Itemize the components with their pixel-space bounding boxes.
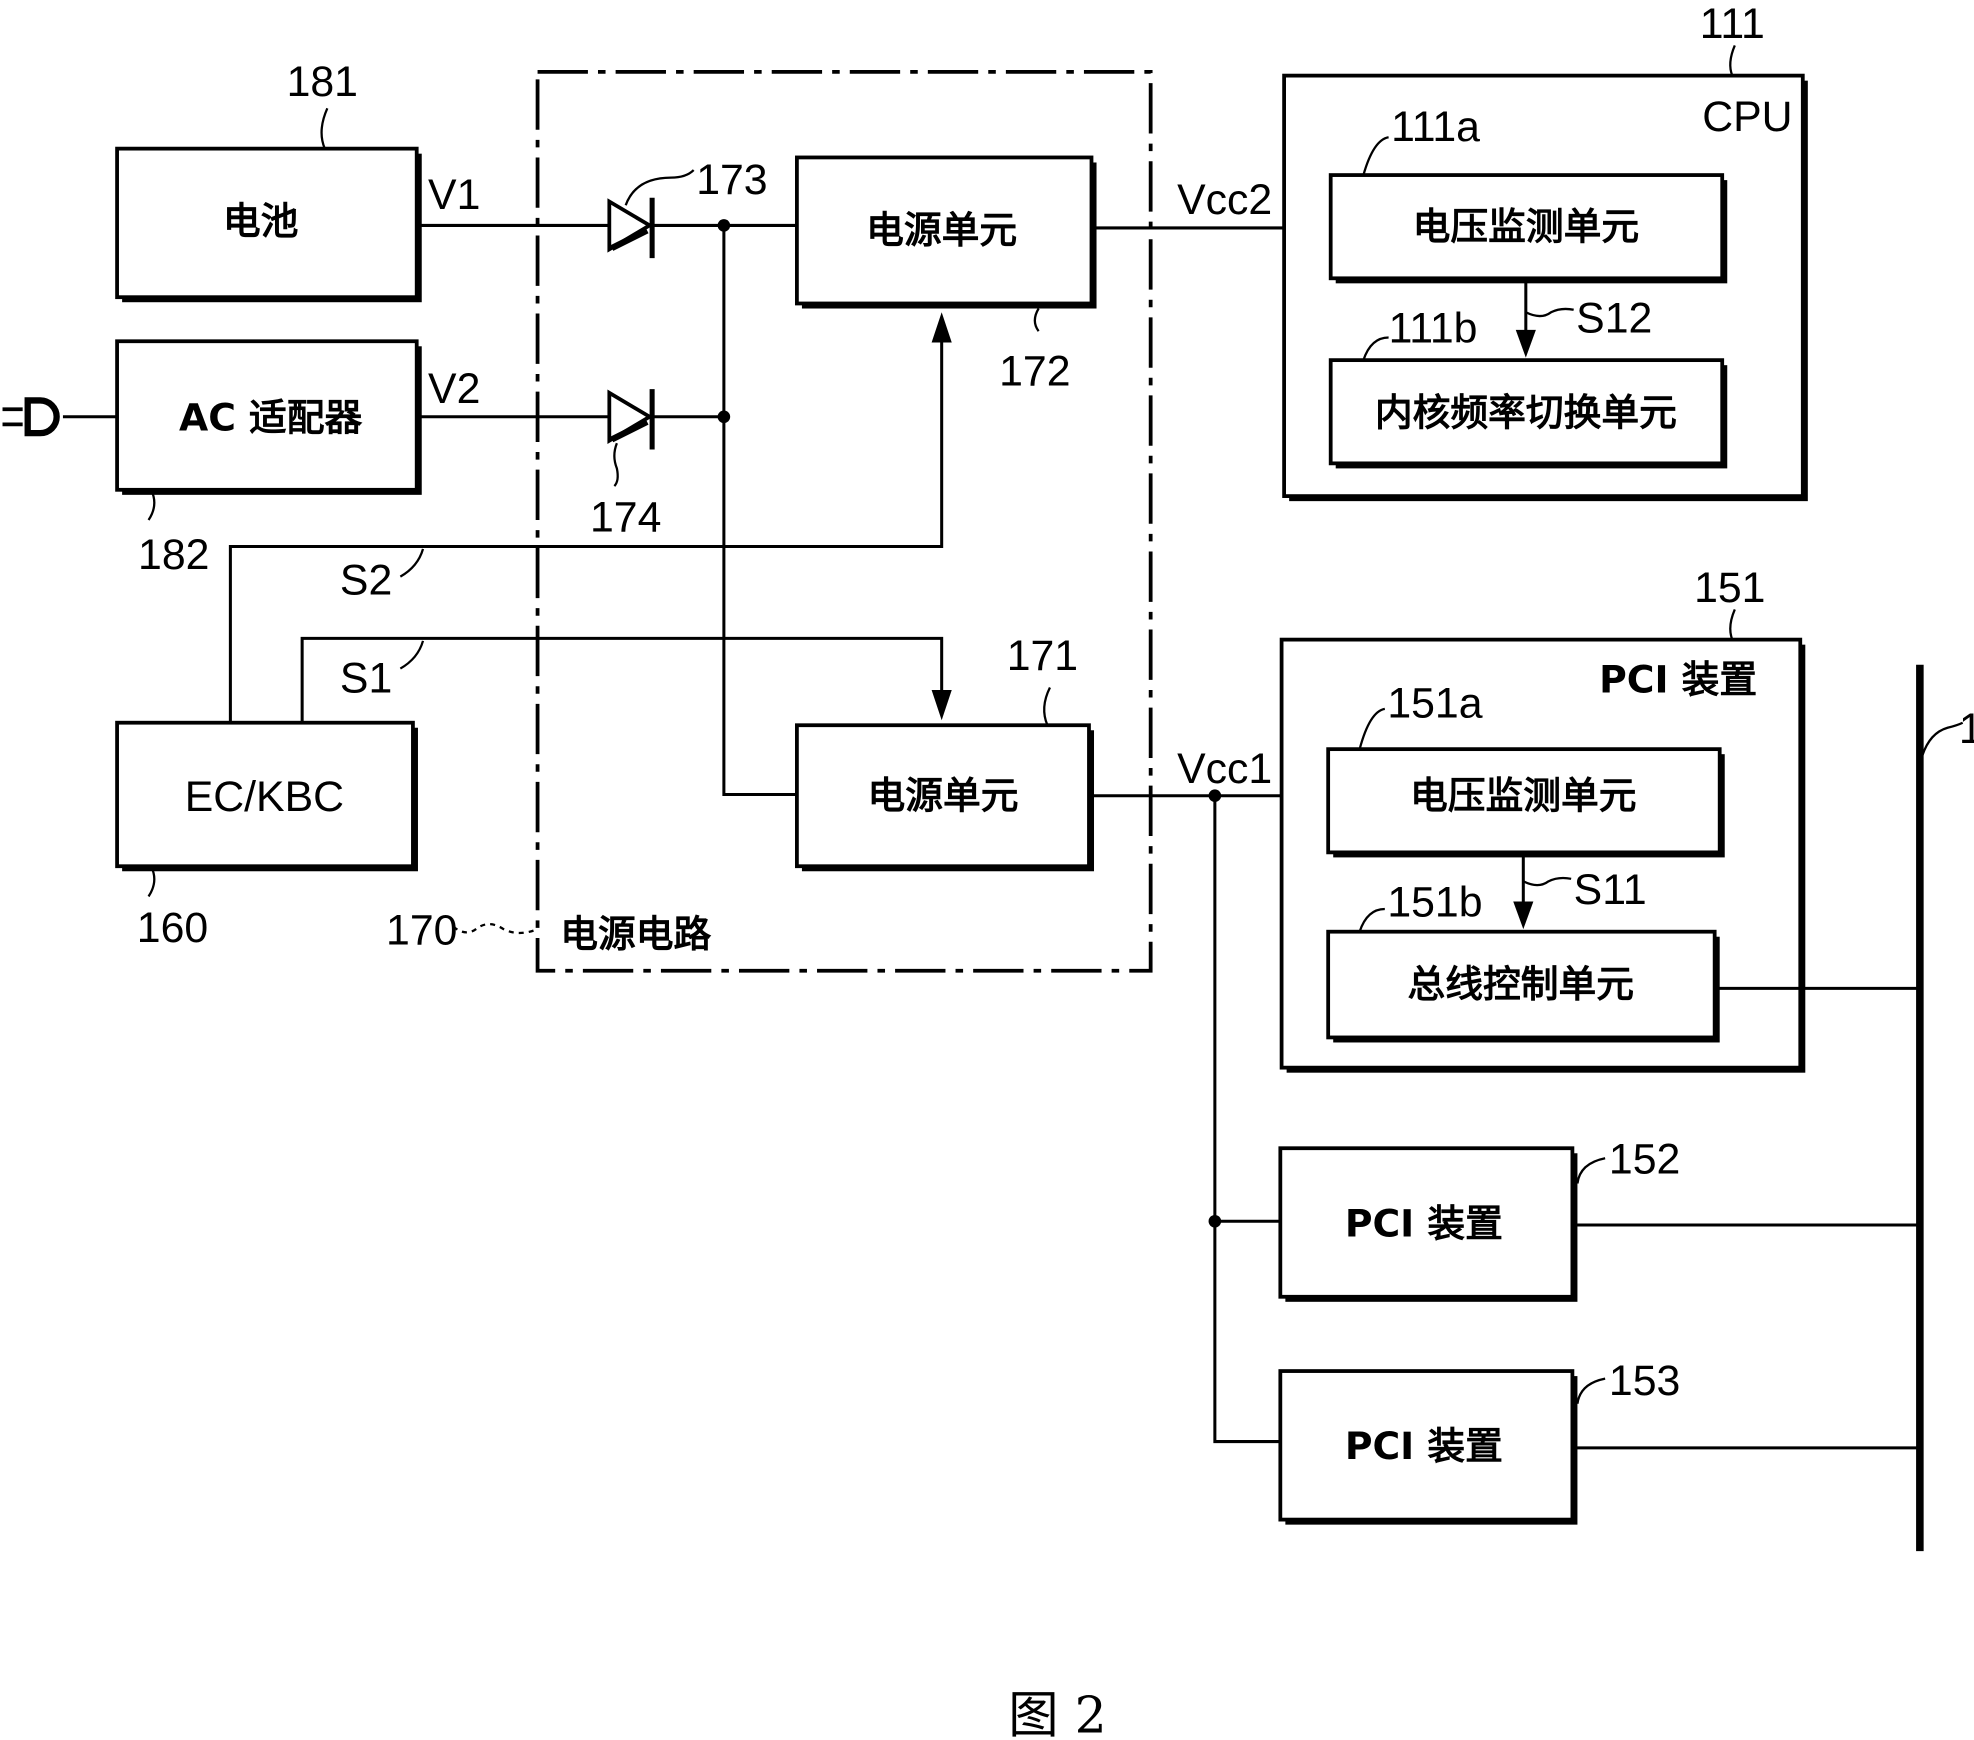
junction-dot xyxy=(1208,789,1222,803)
pci-bus-control-ref: 151b xyxy=(1387,879,1482,927)
diode-174-ref: 174 xyxy=(590,493,661,541)
power-unit-172: 电源单元 172 xyxy=(795,155,1097,395)
s1-label: S1 xyxy=(340,654,392,702)
power-unit-171-ref: 171 xyxy=(1007,632,1078,680)
power-unit-171: 电源单元 171 xyxy=(795,632,1095,872)
pci-152-ref: 152 xyxy=(1609,1135,1680,1183)
ac-adapter-block: AC 适配器 182 V2 xyxy=(2,339,480,579)
pci-device-151: PCI 装置 151 电压监测单元 151a S11 总线控制单元 151b xyxy=(1279,564,1806,1073)
ac-adapter-ref: 182 xyxy=(138,531,209,579)
s12-label: S12 xyxy=(1576,294,1652,342)
pci-152-label: PCI 装置 xyxy=(1345,1201,1503,1245)
pci-151-label: PCI 装置 xyxy=(1599,657,1757,701)
cpu-block: CPU 111 电压监测单元 111a S12 内核频率切换单元 111b xyxy=(1282,0,1808,502)
diode-173-ref: 173 xyxy=(696,156,767,204)
pci-voltage-monitor-ref: 151a xyxy=(1387,680,1482,728)
pci-bus-control-label: 总线控制单元 xyxy=(1408,962,1635,1006)
pci-bus: 1 xyxy=(1916,664,1974,1552)
s11-label: S11 xyxy=(1574,866,1647,914)
v1-label: V1 xyxy=(428,171,480,219)
junction-dot xyxy=(717,410,731,424)
ec-kbc-label: EC/KBC xyxy=(185,773,344,821)
cpu-voltage-monitor-ref: 111a xyxy=(1391,103,1480,151)
pci-153-ref: 153 xyxy=(1609,1357,1680,1405)
s2-label: S2 xyxy=(340,556,392,604)
cpu-voltage-monitor-label: 电压监测单元 xyxy=(1413,204,1640,248)
power-unit-171-label: 电源单元 xyxy=(867,773,1018,817)
battery-block: 电池 181 V1 xyxy=(115,58,480,303)
cpu-label: CPU xyxy=(1702,93,1792,141)
pci-device-153: PCI 装置 153 xyxy=(1278,1357,1680,1525)
ec-kbc-ref: 160 xyxy=(137,904,208,952)
ac-plug-icon xyxy=(2,397,118,437)
ec-kbc-block: EC/KBC 160 xyxy=(115,720,418,952)
cpu-core-freq-switch-ref: 111b xyxy=(1389,305,1478,353)
v2-label: V2 xyxy=(428,365,480,413)
signal-s1: S1 xyxy=(300,636,952,723)
vcc1-drop-wire xyxy=(1213,795,1281,1444)
rail-wire xyxy=(722,225,797,796)
cpu-ref: 111 xyxy=(1700,0,1765,48)
pci-voltage-monitor-label: 电压监测单元 xyxy=(1410,773,1637,817)
power-circuit-ref: 170 xyxy=(386,906,457,954)
pci-153-label: PCI 装置 xyxy=(1345,1424,1503,1468)
battery-ref: 181 xyxy=(287,58,358,106)
junction-dot xyxy=(1208,1214,1222,1228)
junction-dot xyxy=(717,219,731,232)
vcc1-label: Vcc1 xyxy=(1177,745,1272,793)
battery-label: 电池 xyxy=(223,199,299,243)
power-circuit-label: 电源电路 xyxy=(560,912,711,956)
power-unit-172-label: 电源单元 xyxy=(866,208,1017,252)
pci-151-ref: 151 xyxy=(1694,564,1765,612)
pci-device-152: PCI 装置 152 xyxy=(1278,1135,1680,1302)
ac-adapter-label: AC 适配器 xyxy=(179,396,363,440)
vcc2-label: Vcc2 xyxy=(1177,176,1272,224)
cpu-core-freq-switch-label: 内核频率切换单元 xyxy=(1375,391,1677,435)
bus-ref: 1 xyxy=(1959,705,1974,753)
power-unit-172-ref: 172 xyxy=(999,347,1070,395)
power-circuit-diagram: 电池 181 V1 AC 适配器 182 V2 EC/KBC 160 170 电… xyxy=(2,0,1974,1740)
figure-caption: 图 2 xyxy=(1008,1685,1106,1740)
